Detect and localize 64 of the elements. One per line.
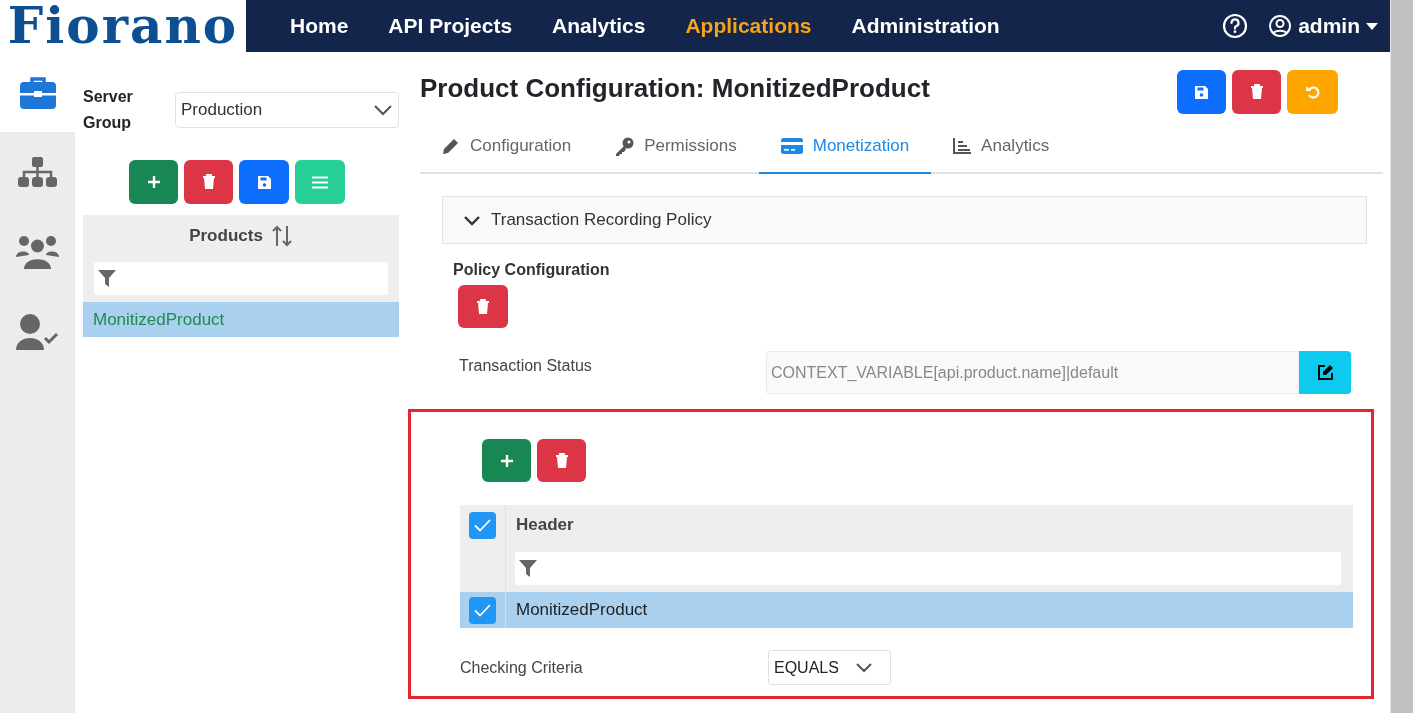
save-button[interactable] bbox=[1177, 70, 1226, 114]
help-icon[interactable] bbox=[1222, 13, 1249, 39]
add-button[interactable] bbox=[482, 439, 531, 482]
tab[interactable]: Analytics bbox=[931, 120, 1072, 174]
nav-link[interactable]: Home bbox=[290, 10, 349, 42]
tab[interactable]: Permissions bbox=[593, 120, 759, 174]
tab[interactable]: Configuration bbox=[420, 120, 594, 174]
undo-icon bbox=[1304, 84, 1321, 100]
products-heading: Products bbox=[189, 224, 263, 247]
nav-link[interactable]: Applications bbox=[685, 10, 812, 42]
tab[interactable]: Monetization bbox=[758, 120, 932, 174]
sort-icon[interactable] bbox=[270, 223, 293, 248]
plus-icon bbox=[146, 175, 161, 189]
add-button[interactable] bbox=[129, 160, 178, 204]
trash-icon bbox=[476, 298, 490, 315]
bar-chart-icon bbox=[953, 138, 972, 154]
sitemap-icon bbox=[18, 157, 57, 187]
briefcase-icon bbox=[19, 75, 56, 109]
user-circle-icon bbox=[1268, 14, 1293, 38]
user-check-icon bbox=[16, 314, 59, 350]
filter-icon bbox=[98, 270, 116, 287]
plus-icon bbox=[499, 453, 514, 468]
trash-icon bbox=[201, 174, 216, 190]
menu-icon bbox=[312, 175, 328, 189]
column-header: Header bbox=[515, 514, 575, 537]
select-all-checkbox[interactable] bbox=[469, 511, 496, 539]
caret-down-icon bbox=[1366, 22, 1378, 30]
transaction-status-label: Transaction Status bbox=[459, 356, 593, 376]
header-filter-field[interactable] bbox=[515, 552, 1341, 585]
check-icon bbox=[474, 518, 491, 532]
pencil-icon bbox=[442, 137, 460, 155]
delete-button[interactable] bbox=[1232, 70, 1281, 114]
trash-icon bbox=[554, 452, 569, 469]
key-icon bbox=[615, 136, 635, 156]
delete-button[interactable] bbox=[458, 285, 508, 328]
credit-card-icon bbox=[780, 138, 803, 154]
server-group-label: Server Group bbox=[83, 87, 134, 133]
section-heading: Policy Configuration bbox=[453, 260, 611, 280]
accordion-header[interactable]: Transaction Recording Policy bbox=[442, 196, 1367, 244]
checking-criteria-label: Checking Criteria bbox=[460, 657, 584, 678]
chevron-down-icon bbox=[373, 104, 393, 116]
scrollbar[interactable] bbox=[1390, 0, 1413, 713]
chevron-down-icon bbox=[854, 662, 873, 673]
server-group-select[interactable]: Production bbox=[175, 92, 399, 128]
nav-link[interactable]: API Projects bbox=[388, 10, 513, 42]
products-filter-field[interactable] bbox=[94, 262, 388, 295]
trash-icon bbox=[1249, 84, 1264, 100]
delete-button[interactable] bbox=[537, 439, 586, 482]
table-row[interactable]: MonitizedProduct bbox=[460, 592, 1353, 628]
table-cell-text: MonitizedProduct bbox=[515, 599, 649, 622]
check-icon bbox=[474, 603, 491, 617]
edit-icon bbox=[1316, 364, 1334, 381]
checking-criteria-select[interactable]: EQUALS bbox=[768, 650, 891, 685]
nav-link[interactable]: Analytics bbox=[552, 10, 646, 42]
filter-icon bbox=[519, 560, 537, 577]
edit-button[interactable] bbox=[1299, 351, 1351, 394]
save-button[interactable] bbox=[239, 160, 289, 204]
nav-link[interactable]: Administration bbox=[851, 10, 1000, 42]
fiorano-logo: Fiorano bbox=[7, 1, 239, 51]
delete-button[interactable] bbox=[184, 160, 233, 204]
users-icon bbox=[16, 235, 59, 269]
user-menu[interactable]: admin bbox=[1268, 10, 1378, 42]
row-checkbox[interactable] bbox=[469, 596, 496, 624]
page-title: Product Configuration: MonitizedProduct bbox=[420, 72, 931, 105]
